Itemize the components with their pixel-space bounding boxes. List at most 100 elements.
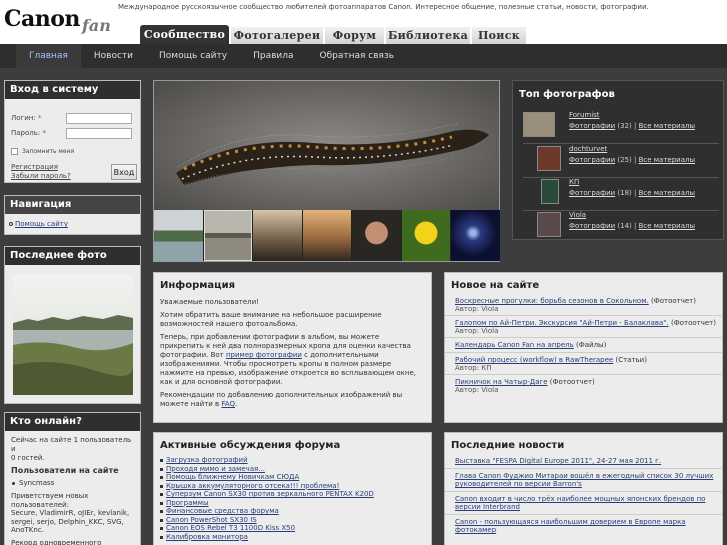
news-link[interactable]: Глава Canon Фуджио Митараи вошёл в ежего… [455,472,713,488]
info-paragraph-crops: Теперь, при добавлении фотографии в альб… [154,333,431,387]
new-item-type: (Статьи) [613,356,647,364]
photos-link[interactable]: Фотографии [569,189,615,197]
login-button[interactable]: Вход [111,164,137,180]
new-item-link[interactable]: Рабочий процесс (workflow) в RawTherapee [455,356,613,364]
subnav-news[interactable]: Новости [81,44,146,68]
thumbnail[interactable] [154,210,203,261]
new-item-link[interactable]: Галопом по Ай-Петри. Экскурсия "Ай-Петри… [455,319,669,327]
online-summary-line1: Сейчас на сайте 1 пользователь и [11,436,132,453]
new-item-author: Автор: Viola [455,386,499,394]
top-photographer-row: dochturvet Фотографии (25) | Все материа… [523,145,719,175]
tab-galleries[interactable]: Фотогалереи [231,27,323,44]
main-tabs: Сообщество Фотогалереи Форум Библиотека … [140,25,528,44]
new-item-type: (Файлы) [573,341,607,349]
avatar[interactable] [523,112,555,137]
tab-search[interactable]: Поиск [472,27,526,44]
forgot-password-link[interactable]: Забыли пароль? [11,172,71,180]
required-mark: * [37,114,42,122]
tab-community[interactable]: Сообщество [140,25,229,44]
photographer-name[interactable]: dochturvet [569,145,607,153]
new-item: Воскресные прогулки: борьба сезонов в Со… [445,294,722,316]
forum-topic[interactable]: Калибровка монитора [160,533,425,542]
faq-link[interactable]: FAQ [221,400,235,408]
tab-library[interactable]: Библиотека [386,27,470,44]
subnav-feedback[interactable]: Обратная связь [307,44,408,68]
photographer-name[interactable]: Viola [569,211,586,219]
tab-forum[interactable]: Форум [325,27,384,44]
site-logo[interactable]: Canon fan [4,6,114,40]
avatar[interactable] [541,179,559,204]
forum-topic[interactable]: Программы [160,499,425,508]
photos-link[interactable]: Фотографии [569,222,615,230]
top-photographer-row: Viola Фотографии (14) | Все материалы [523,211,719,241]
photos-link[interactable]: Фотографии [569,122,615,130]
forum-topic[interactable]: Суперзум Canon SX30 против зеркального P… [160,490,425,499]
thumbnail[interactable] [352,210,401,261]
photo-count: (14) [617,222,632,230]
forum-topic[interactable]: Проходя мимо и замечая... [160,465,425,474]
register-link[interactable]: Регистрация [11,163,58,171]
avatar[interactable] [537,212,561,237]
thumbnail[interactable] [253,210,302,261]
top-photographer-row: Forumist Фотографии (32) | Все материалы [523,111,719,141]
info-text: Рекомендации по добавлению дополнительны… [160,391,403,408]
news-item: Canon входит в число трёх наиболее мощны… [445,492,722,515]
new-item-author: Автор: Viola [455,327,499,335]
forum-topic[interactable]: Загрузка фотографий [160,456,425,465]
photos-link[interactable]: Фотографии [569,156,615,164]
top-photographers-title: Топ фотографов [513,81,723,107]
thumbnail[interactable] [302,210,352,261]
forum-topic[interactable]: Canon PowerShot SX30 IS [160,516,425,525]
new-item: Пикничок на Чатыр-Даге (Фотоотчет) Автор… [445,375,722,396]
news-link[interactable]: Выставка "FESPA Digital Europe 2011", 24… [455,457,661,465]
forum-title: Активные обсуждения форума [160,440,341,451]
remember-checkbox[interactable] [11,148,18,155]
login-label-row: Логин: * [11,114,41,122]
new-users-greeting: Приветствуем новых пользователей: [11,492,89,509]
new-item-link[interactable]: Календарь Canon Fan на апрель [455,341,574,349]
thumbnail[interactable] [451,210,501,261]
last-photo-box: Последнее фото [4,246,141,404]
photographer-name[interactable]: Forumist [569,111,600,119]
subnav-rules[interactable]: Правила [240,44,306,68]
new-item-type: (Фотоотчет) [547,378,595,386]
new-item: Рабочий процесс (workflow) в RawTherapee… [445,353,722,375]
remember-label: Запомнить меня [22,148,75,155]
online-user[interactable]: Syncmass [5,475,140,487]
password-label-row: Пароль: * [11,129,46,137]
last-photo-image[interactable] [13,275,133,395]
photo-count: (25) [617,156,632,164]
all-materials-link[interactable]: Все материалы [639,156,695,164]
info-greeting: Уважаемые пользователи! [160,298,260,306]
new-item-link[interactable]: Пикничок на Чатыр-Даге [455,378,548,386]
nav-item-help[interactable]: Помощь сайту [5,214,140,228]
new-item-link[interactable]: Воскресные прогулки: борьба сезонов в Со… [455,297,649,305]
news-link[interactable]: Canon входит в число трёх наиболее мощны… [455,495,705,511]
news-item: Выставка "FESPA Digital Europe 2011", 24… [445,454,722,469]
example-photo-link[interactable]: пример фотографии [226,351,302,359]
new-item-type: (Фотоотчет) [648,297,696,305]
password-label: Пароль: [11,129,41,137]
news-link[interactable]: Canon - пользующаяся наибольшим доверием… [455,518,686,534]
all-materials-link[interactable]: Все материалы [639,122,695,130]
forum-topic[interactable]: Финансовые средства форума [160,507,425,516]
thumbnail[interactable] [203,210,253,261]
subnav-help[interactable]: Помощь сайту [146,44,240,68]
photographer-name[interactable]: КП [569,178,579,186]
thumbnail[interactable] [401,210,451,261]
avatar[interactable] [537,146,561,171]
online-summary: Сейчас на сайте 1 пользователь и 0 госте… [5,431,140,463]
forum-topic[interactable]: Помощь ближнему Новичкам СЮДА [160,473,425,482]
password-input[interactable] [66,128,132,139]
all-materials-link[interactable]: Все материалы [639,222,695,230]
forum-topic[interactable]: Canon EOS Rebel T3 1100D Kiss X50 [160,524,425,533]
info-paragraph-faq: Рекомендации по добавлению дополнительны… [154,391,431,409]
new-item: Галопом по Ай-Петри. Экскурсия "Ай-Петри… [445,316,722,338]
login-input[interactable] [66,113,132,124]
subnav-home[interactable]: Главная [16,44,81,68]
who-online-title: Кто онлайн? [5,413,140,431]
all-materials-link[interactable]: Все материалы [639,189,695,197]
forum-topic[interactable]: Крышка аккумуляторного отсека!!! проблем… [160,482,425,491]
new-item: Календарь Canon Fan на апрель (Файлы) [445,338,722,353]
required-mark: * [42,129,46,137]
